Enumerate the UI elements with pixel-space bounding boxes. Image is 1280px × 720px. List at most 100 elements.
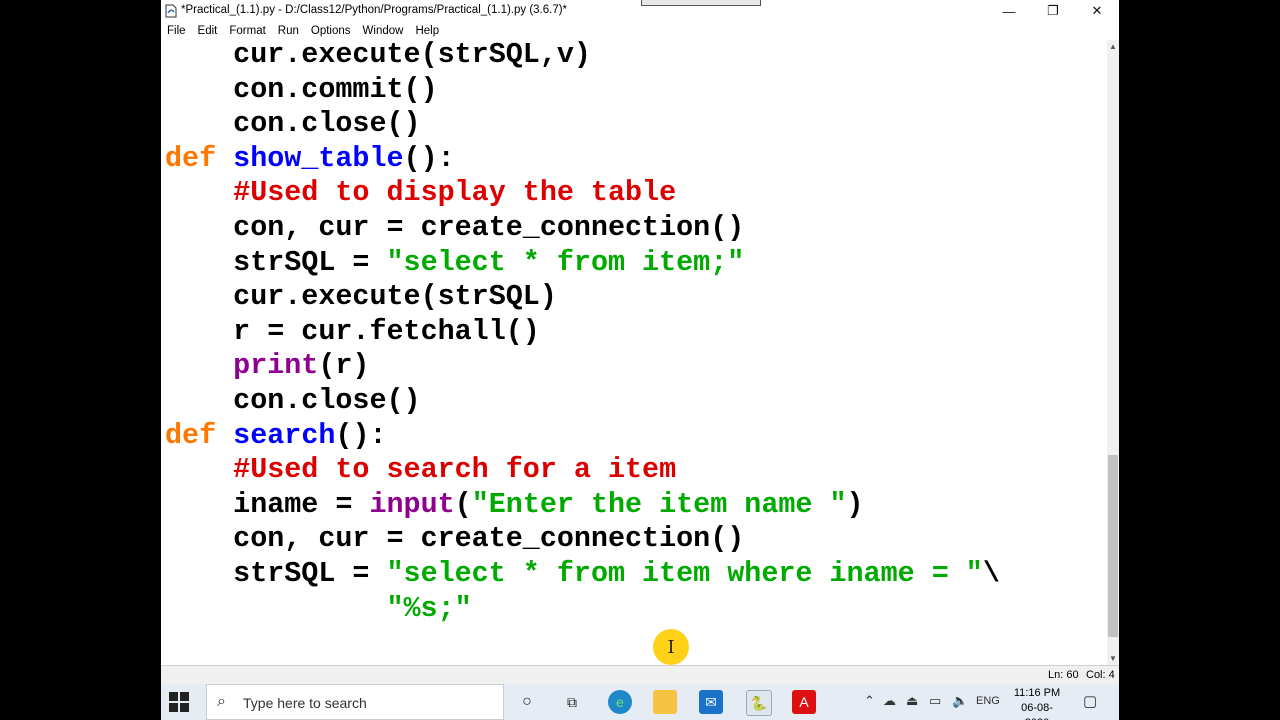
edge-browser-icon[interactable]: e [608,690,632,714]
code-line: con.close() [165,384,421,418]
notifications-icon[interactable]: ▢ [1083,692,1097,710]
code-line: cur.execute(strSQL) [165,280,557,314]
code-token-cm: #Used to display the table [233,176,677,210]
code-token: strSQL = [233,245,387,279]
network-icon[interactable]: ▭ [929,693,941,709]
menu-window[interactable]: Window [357,22,410,40]
python-file-icon [165,4,177,18]
status-bar: Ln: 60 Col: 4 [161,665,1119,685]
clock-date: 06-08-2020 [1021,702,1053,720]
window-drag-tab[interactable] [641,0,761,6]
code-token-kw: def [165,141,217,175]
line-indicator: Ln: 60 [1048,669,1079,681]
close-button[interactable]: ✕ [1075,0,1119,22]
code-line: "%s;" [165,591,472,626]
menu-edit[interactable]: Edit [192,22,224,40]
taskbar-clock[interactable]: 11:16 PM 06-08-2020 [1012,686,1062,720]
vertical-scrollbar[interactable]: ▲ ▼ [1107,40,1119,665]
code-token-str: "select * from item where iname = " [386,557,983,590]
code-token: con, cur = create_connection() [233,522,745,556]
cloud-icon[interactable]: ☁ [883,693,896,709]
code-line: con.commit() [165,72,438,107]
menu-options[interactable]: Options [305,22,357,40]
code-token-def: show_table [233,141,404,175]
code-token: con.close() [233,384,421,417]
scroll-down-icon[interactable]: ▼ [1107,652,1119,664]
language-indicator[interactable]: ENG [976,695,1000,707]
menu-run[interactable]: Run [272,22,305,40]
code-editor[interactable]: cur.execute(strSQL,v) con.commit() con.c… [161,40,1107,664]
code-token: con, cur = create_connection() [233,211,745,244]
title-bar[interactable]: *Practical_(1.1).py - D:/Class12/Python/… [161,0,1119,22]
menu-file[interactable]: File [161,22,192,40]
code-line: def show_table(): [165,142,455,176]
menu-help[interactable]: Help [409,22,445,40]
code-line: con.close() [165,107,421,141]
file-explorer-icon[interactable] [653,690,677,714]
code-line: con, cur = create_connection() [165,522,744,556]
idle-editor-window: *Practical_(1.1).py - D:/Class12/Python/… [161,0,1119,720]
code-line: strSQL = "select * from item;" [165,246,744,280]
code-line: con, cur = create_connection() [165,211,744,245]
menu-bar: File Edit Format Run Options Window Help [161,22,1119,40]
minimize-button[interactable]: — [987,0,1031,22]
code-token: ) [846,487,864,521]
code-token: con.commit() [233,72,438,106]
taskbar-search-box[interactable]: ⌕ Type here to search [206,684,504,720]
mail-icon[interactable]: ✉ [699,690,723,714]
code-token: cur.execute(strSQL,v) [233,40,591,71]
code-token: ( [454,487,472,521]
code-line: r = cur.fetchall() [165,315,540,349]
code-token: (): [403,141,455,175]
scroll-thumb[interactable] [1108,455,1118,637]
clock-time: 11:16 PM [1013,687,1061,699]
text-cursor-icon: I [667,636,675,658]
code-token: strSQL = [233,557,387,590]
acrobat-reader-icon[interactable]: A [792,690,816,714]
code-token: \ [982,557,1000,590]
code-token: cur.execute(strSQL) [233,280,557,314]
code-token-bi: print [233,349,319,383]
cortana-icon[interactable]: ○ [515,690,539,714]
show-hidden-icons-icon[interactable]: ⌃ [864,693,875,709]
column-indicator: Col: 4 [1086,669,1115,681]
python-idle-taskbar-icon[interactable]: 🐍 [746,690,772,716]
code-token-cm: #Used to search for a item [233,453,677,487]
volume-icon[interactable]: 🔈 [952,693,968,709]
search-placeholder: Type here to search [243,695,367,711]
code-token-kw: def [165,418,217,452]
search-icon: ⌕ [217,693,226,710]
code-line: print(r) [165,349,369,383]
code-token: (): [335,418,387,452]
code-line: cur.execute(strSQL,v) [165,40,591,72]
code-token-bi: input [369,487,455,521]
code-token: con.close() [233,107,421,141]
code-token: (r) [318,349,370,383]
usb-icon[interactable]: ⏏ [906,693,918,709]
code-token-str: "%s;" [386,591,472,625]
maximize-button[interactable]: ❐ [1031,0,1075,22]
code-token-str: "Enter the item name " [471,487,847,521]
menu-format[interactable]: Format [223,22,271,40]
code-token: r = cur.fetchall() [233,314,540,348]
taskbar: ⌕ Type here to search ○ ⧉ e ✉ 🐍 A ⌃ ☁ ⏏ … [161,684,1119,720]
task-view-icon[interactable]: ⧉ [560,690,584,714]
scroll-up-icon[interactable]: ▲ [1107,40,1119,52]
code-line: #Used to display the table [165,176,676,210]
window-title: *Practical_(1.1).py - D:/Class12/Python/… [181,4,568,16]
windows-start-icon[interactable] [169,692,189,712]
